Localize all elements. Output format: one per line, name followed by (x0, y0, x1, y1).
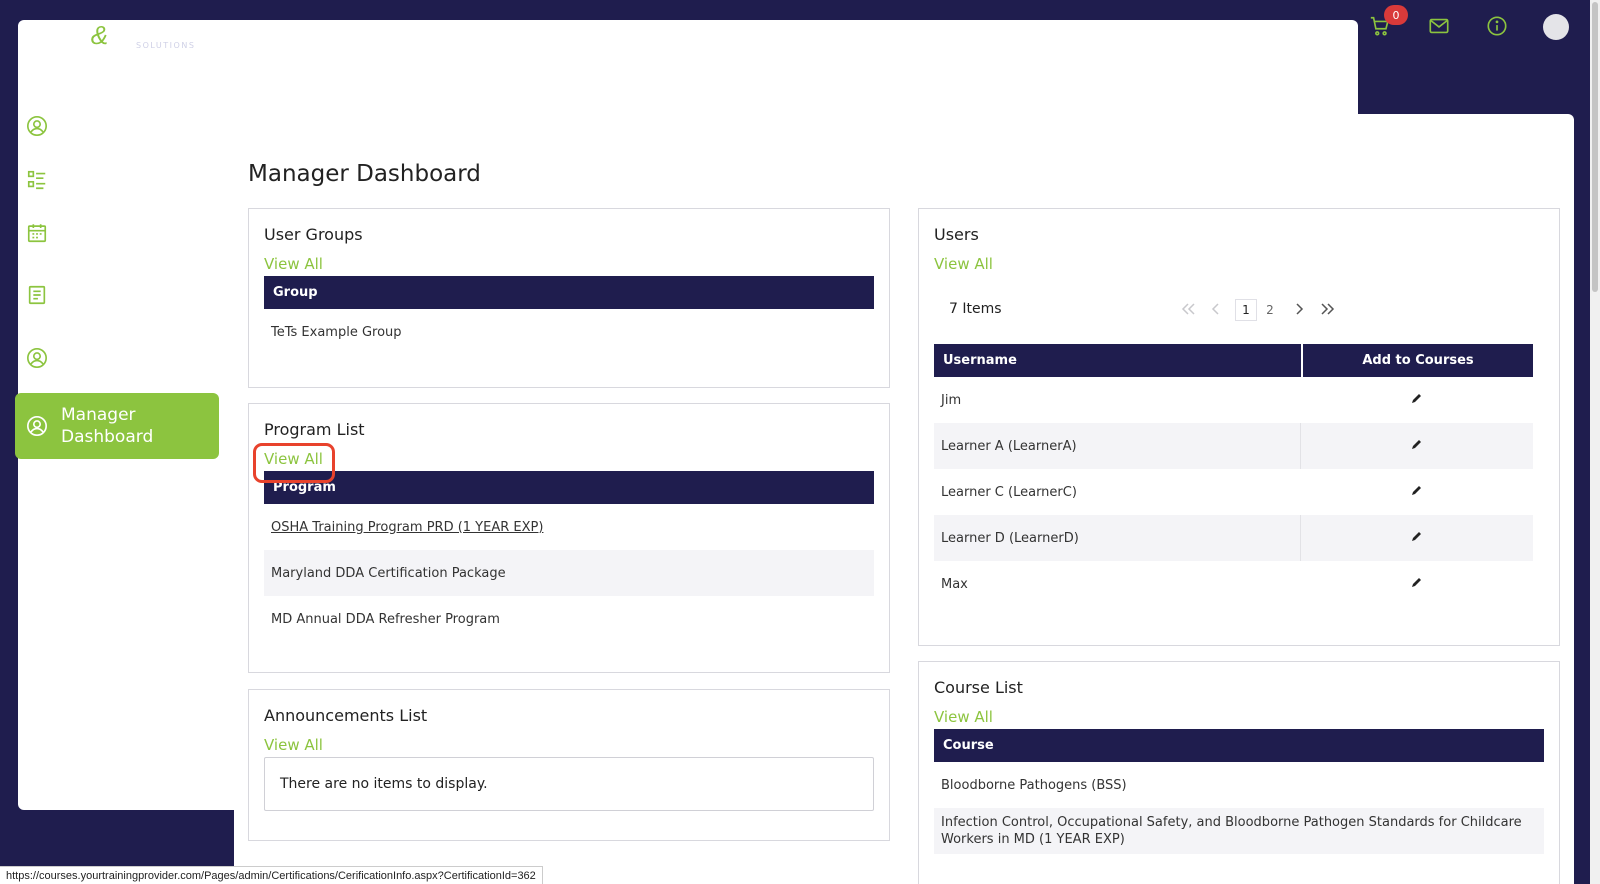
highlight-annotation (253, 443, 335, 483)
announcements-panel: Announcements List View All There are no… (248, 689, 890, 841)
sidebar-item-my-profile[interactable]: My Profile (15, 108, 219, 144)
table-header[interactable]: Group (264, 276, 874, 309)
panel-title: Users (934, 225, 979, 244)
sidebar-item-label: Manager (61, 405, 136, 425)
table-row[interactable]: Infection Control, Occupational Safety, … (934, 808, 1544, 854)
sidebar-item-label: Calendar (61, 223, 138, 243)
top-bar: Training&eTracking SOLUTIONS 0 (0, 0, 1600, 810)
edit-pencil-icon[interactable] (1411, 392, 1423, 408)
table-row[interactable]: Learner A (LearnerA) (934, 423, 1533, 469)
table-row[interactable]: TeTs Example Group (264, 309, 874, 355)
table-row[interactable]: Bloodborne Pathogens (BSS) (934, 762, 1544, 808)
table-row[interactable]: MD Annual DDA Refresher Program (264, 596, 874, 642)
program-list-panel: Program List View All Program OSHA Train… (248, 403, 890, 673)
chevron-down-icon (197, 116, 211, 136)
panel-title: User Groups (264, 225, 363, 244)
catalog-list-icon (25, 168, 49, 192)
sidebar-item-label: Reports (61, 296, 127, 316)
table-row[interactable]: Maryland DDA Certification Package (264, 550, 874, 596)
calendar-icon (25, 221, 49, 245)
sidebar-item-label: Catalog (61, 170, 127, 190)
sidebar-item-manager-dashboard[interactable]: Manager Dashboard (15, 393, 219, 459)
sidebar-item-label: My Profile (61, 116, 144, 136)
sidebar-item-admin[interactable]: Admin (15, 340, 219, 376)
page-title: Manager Dashboard (248, 161, 481, 187)
sidebar-item-label: Admin (61, 348, 116, 368)
sidebar-item-label: Dashboard (61, 427, 154, 447)
panel-title: Course List (934, 678, 1023, 697)
edit-pencil-icon[interactable] (1411, 530, 1423, 546)
sidebar-item-calendar[interactable]: Calendar (15, 215, 219, 251)
page-1-button[interactable]: 1 (1235, 299, 1257, 321)
edit-pencil-icon[interactable] (1411, 576, 1423, 592)
status-bar-url: https://courses.yourtrainingprovider.com… (0, 866, 543, 884)
table-row[interactable]: Jim (934, 377, 1533, 423)
users-panel: Users View All 7 Items 1 2 Username Add … (918, 208, 1560, 646)
empty-state-message: There are no items to display. (264, 757, 874, 811)
sidebar-item-catalog[interactable]: Catalog (15, 162, 219, 198)
table-row[interactable]: Max (934, 561, 1533, 607)
scrollbar[interactable] (1590, 0, 1600, 884)
panel-title: Program List (264, 420, 365, 439)
program-link[interactable]: OSHA Training Program PRD (1 YEAR EXP) (271, 520, 543, 535)
last-page-icon[interactable] (1319, 301, 1335, 320)
user-groups-panel: User Groups View All Group TeTs Example … (248, 208, 890, 388)
avatar[interactable] (1543, 14, 1569, 40)
document-icon (25, 283, 49, 307)
edit-pencil-icon[interactable] (1411, 438, 1423, 454)
prev-page-icon[interactable] (1211, 301, 1221, 320)
user-circle-icon (25, 346, 49, 370)
chevron-down-icon (197, 170, 211, 190)
first-page-icon[interactable] (1181, 301, 1197, 320)
next-page-icon[interactable] (1294, 301, 1304, 320)
table-row[interactable]: Learner C (LearnerC) (934, 469, 1533, 515)
users-view-all-link[interactable]: View All (934, 255, 993, 273)
scrollbar-thumb[interactable] (1592, 2, 1598, 292)
table-row[interactable]: OSHA Training Program PRD (1 YEAR EXP) (264, 504, 874, 550)
page-2-button[interactable]: 2 (1259, 299, 1281, 321)
mail-icon[interactable] (1426, 13, 1452, 39)
sidebar-item-certificates-reports[interactable]: Certificates & Reports (15, 271, 219, 319)
table-header[interactable]: Course (934, 729, 1544, 762)
info-icon[interactable] (1484, 13, 1510, 39)
main-content: Manager Dashboard User Groups View All G… (234, 114, 1574, 884)
course-list-view-all-link[interactable]: View All (934, 708, 993, 726)
brand-logo[interactable]: Training&eTracking SOLUTIONS (18, 14, 1358, 810)
add-to-courses-column-header[interactable]: Add to Courses (1302, 344, 1533, 377)
username-column-header[interactable]: Username (934, 344, 1301, 377)
edit-pencil-icon[interactable] (1411, 484, 1423, 500)
user-circle-icon (25, 114, 49, 138)
user-circle-icon (25, 414, 49, 438)
user-groups-view-all-link[interactable]: View All (264, 255, 323, 273)
cart-count-badge: 0 (1384, 5, 1408, 25)
table-header[interactable]: Program (264, 471, 874, 504)
table-row[interactable]: Learner D (LearnerD) (934, 515, 1533, 561)
sidebar-item-label: Certificates & (61, 274, 177, 294)
announcements-view-all-link[interactable]: View All (264, 736, 323, 754)
course-list-panel: Course List View All Course Bloodborne P… (918, 661, 1560, 884)
items-count: 7 Items (949, 301, 1002, 317)
panel-title: Announcements List (264, 706, 428, 725)
